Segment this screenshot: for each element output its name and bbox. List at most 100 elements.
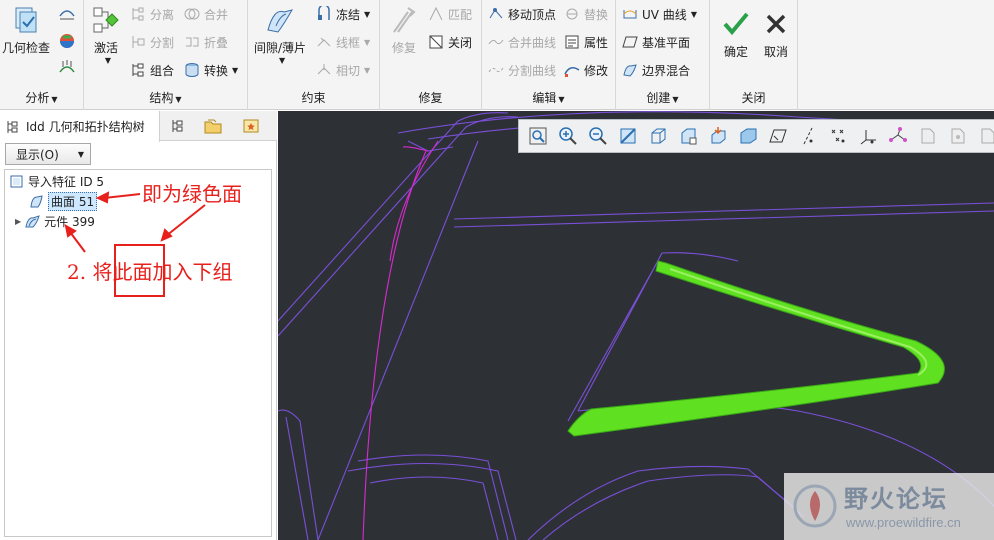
folder-icon <box>204 119 222 134</box>
refit-button[interactable] <box>523 123 553 149</box>
merge-button[interactable]: 合并 <box>184 3 228 25</box>
view-manager-button[interactable] <box>703 123 733 149</box>
datum-plane-display-button[interactable] <box>763 123 793 149</box>
annotation-filter-button[interactable] <box>943 123 973 149</box>
match-button[interactable]: 匹配 <box>428 3 472 25</box>
replace-button[interactable]: 替换 <box>564 3 608 25</box>
group-label-close: 关闭 <box>741 91 766 105</box>
group-label-constraint: 约束 <box>301 91 326 105</box>
group-close: 确定 取消 关闭 <box>710 0 798 110</box>
separate-icon <box>132 7 144 21</box>
analysis-deviation-icon[interactable] <box>58 58 76 76</box>
group-analysis: 几何检查 分析 ▼ <box>0 0 84 110</box>
zoom-out-button[interactable] <box>583 123 613 149</box>
annotation-display-icon <box>921 128 935 144</box>
geometry-check-button[interactable]: 几何检查 <box>2 4 50 56</box>
perspective-button[interactable] <box>733 123 763 149</box>
annotation-highlight-box <box>114 244 165 297</box>
datum-axis-display-button[interactable] <box>793 123 823 149</box>
modify-button[interactable]: 修改 <box>564 59 608 81</box>
group-label-repair: 修复 <box>418 91 443 105</box>
geometry-tree: 导入特征 ID 5 曲面 51 ▶ 元件 399 <box>4 169 272 537</box>
cancel-button[interactable]: 取消 <box>760 8 792 60</box>
extra-view-button[interactable] <box>973 123 994 149</box>
group-label-edit[interactable]: 编辑 ▼ <box>482 89 615 106</box>
analysis-curvature-icon[interactable] <box>58 4 76 22</box>
group-label-structure[interactable]: 结构 ▼ <box>84 89 247 106</box>
tab-folder-browser[interactable] <box>200 111 226 141</box>
extra-view-icon <box>981 128 994 144</box>
close-gap-button[interactable]: 关闭 <box>428 31 472 53</box>
merge-curves-button[interactable]: 合并曲线 <box>488 31 556 53</box>
gap-sheet-button[interactable]: 间隙/薄片 ▼ <box>254 4 306 65</box>
datum-plane-button[interactable]: 基准平面 <box>622 31 690 53</box>
spin-center-button[interactable] <box>883 123 913 149</box>
geometry-check-label: 几何检查 <box>2 41 51 55</box>
properties-button[interactable]: 属性 <box>564 31 608 53</box>
watermark-logo-icon <box>793 484 837 528</box>
split-button[interactable]: 分割 <box>130 31 174 53</box>
repaint-button[interactable] <box>613 123 643 149</box>
activate-label: 激活 <box>93 41 118 55</box>
activate-button[interactable]: 激活 ▼ <box>90 4 122 65</box>
datum-plane-display-icon <box>769 129 787 143</box>
fold-button[interactable]: 折叠 <box>184 31 228 53</box>
repair-label: 修复 <box>391 41 416 55</box>
separate-button[interactable]: 分离 <box>130 3 174 25</box>
freeze-icon <box>318 6 330 20</box>
group-structure: 激活 ▼ 分离 合并 分割 折叠 组合 转换 ▼ 结构 ▼ <box>84 0 248 110</box>
group-label-create[interactable]: 创建 ▼ <box>616 89 709 106</box>
watermark-title: 野火论坛 <box>844 485 948 513</box>
move-vertex-button[interactable]: 移动顶点 <box>488 3 556 25</box>
tree-item-component[interactable]: ▶ 元件 399 <box>15 212 95 230</box>
group-constraint: 间隙/薄片 ▼ 冻结 ▼ 线框 ▼ 相切 ▼ 约束 <box>248 0 380 110</box>
datum-point-display-button[interactable] <box>823 123 853 149</box>
analysis-shading-icon[interactable] <box>58 32 76 50</box>
freeze-button[interactable]: 冻结 ▼ <box>316 3 370 25</box>
group-button[interactable]: 组合 <box>130 59 174 81</box>
properties-icon <box>565 35 579 49</box>
ok-button[interactable]: 确定 <box>720 8 752 60</box>
wireframe-button[interactable]: 线框 ▼ <box>316 31 370 53</box>
show-dropdown[interactable]: 显示(O) ▼ <box>5 143 91 165</box>
tangent-icon <box>317 64 331 75</box>
tree-item-import-feature[interactable]: 导入特征 ID 5 <box>9 172 104 190</box>
watermark-url: www.proewildfire.cn <box>846 515 961 530</box>
repaint-icon <box>620 128 636 144</box>
zoom-in-button[interactable] <box>553 123 583 149</box>
annotation-display-button[interactable] <box>913 123 943 149</box>
annotation-green-face: 即为绿色面 <box>142 182 242 206</box>
zoom-out-icon <box>589 127 607 145</box>
tangent-button[interactable]: 相切 ▼ <box>316 59 370 81</box>
csys-display-button[interactable] <box>853 123 883 149</box>
split-curves-button[interactable]: 分割曲线 <box>488 59 556 81</box>
expand-arrow-icon[interactable]: ▶ <box>15 217 21 226</box>
convert-icon <box>185 63 199 77</box>
group-edit: 移动顶点 替换 合并曲线 属性 分割曲线 修改 编辑 ▼ <box>482 0 616 110</box>
uv-curve-button[interactable]: UV 曲线 ▼ <box>622 3 697 25</box>
move-vertex-icon <box>489 8 503 19</box>
uv-curve-icon <box>623 10 637 19</box>
split-curves-icon <box>488 67 504 73</box>
group-label-analysis[interactable]: 分析 ▼ <box>0 89 83 106</box>
activate-icon <box>93 7 119 33</box>
saved-views-button[interactable] <box>673 123 703 149</box>
display-style-button[interactable] <box>643 123 673 149</box>
tab-favorites[interactable] <box>238 111 264 141</box>
gap-sheet-label: 间隙/薄片 <box>254 41 307 55</box>
modify-icon <box>564 67 580 77</box>
tree-item-component-label: 元件 399 <box>44 214 95 229</box>
tab-model-tree[interactable] <box>166 111 190 141</box>
tree-item-surface[interactable]: 曲面 51 <box>29 191 98 211</box>
cube-wireframe-icon <box>651 128 666 144</box>
convert-button[interactable]: 转换 ▼ <box>184 59 238 81</box>
tree-item-import-feature-label: 导入特征 ID 5 <box>28 174 105 189</box>
checkmark-icon <box>723 12 749 36</box>
close-icon <box>766 14 786 34</box>
repair-button[interactable]: 修复 <box>388 4 420 56</box>
tab-geometry-tree[interactable]: Idd 几何和拓扑结构树 <box>0 111 160 142</box>
component-icon <box>25 214 40 227</box>
boundary-blend-button[interactable]: 边界混合 <box>622 59 690 81</box>
annotation-filter-icon <box>951 128 965 144</box>
geometry-check-icon <box>15 7 37 33</box>
